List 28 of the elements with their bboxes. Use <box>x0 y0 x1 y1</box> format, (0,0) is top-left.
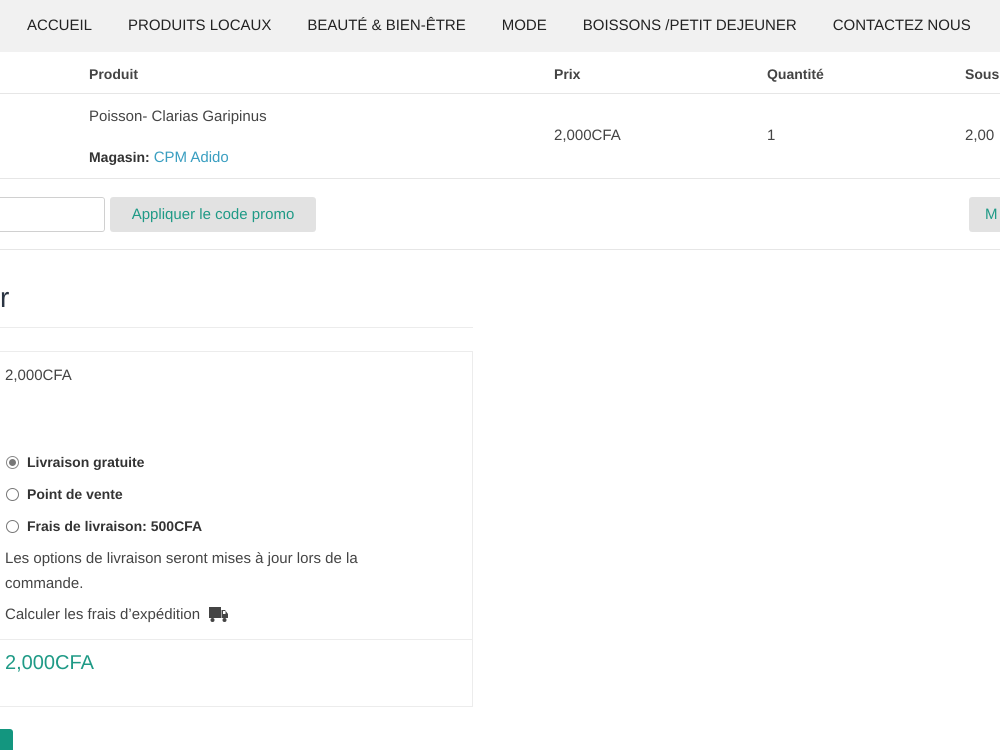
coupon-field[interactable] <box>0 196 105 232</box>
shipping-note: Les options de livraison seront mises à jour lors de la commande. <box>5 549 359 594</box>
truck-icon[interactable] <box>209 607 228 622</box>
store-label: Magasin: <box>89 148 150 164</box>
radio-button[interactable] <box>6 520 19 532</box>
column-header: Quantité <box>767 66 825 82</box>
shipping-option-label[interactable]: Point de vente <box>27 486 123 502</box>
column-header: Produit <box>89 66 139 82</box>
calculate-shipping-link[interactable]: Calculer les frais d’expédition <box>5 606 200 623</box>
product-name: Poisson- Clarias Garipinus <box>89 106 268 126</box>
subtotal-cell-text: 2,00 <box>965 126 996 146</box>
order-total: 2,000CFA <box>5 652 94 674</box>
subtotal-amount: 2,000CFA <box>5 366 72 386</box>
nav-link[interactable]: CONTACTEZ NOUS <box>832 16 971 36</box>
nav-link[interactable]: BEAUTÉ & BIEN-ÊTRE <box>307 16 466 36</box>
price-cell-text: 2,000CFA <box>554 126 622 146</box>
column-header: Sous <box>965 66 1000 82</box>
shipping-option-label[interactable]: Frais de livraison: 500CFA <box>27 518 202 534</box>
radio-button[interactable] <box>6 488 19 500</box>
quantity-cell-text: 1 <box>767 126 776 146</box>
nav-link[interactable]: ACCUEIL <box>27 16 92 36</box>
radio-button[interactable] <box>6 456 19 468</box>
nav-link[interactable]: BOISSONS /PETIT DEJEUNER <box>582 16 797 36</box>
nav-link[interactable]: MODE <box>502 16 547 36</box>
totals-heading: r <box>0 282 10 314</box>
shipping-option-label[interactable]: Livraison gratuite <box>27 454 144 470</box>
column-header: Prix <box>554 66 582 82</box>
nav-link[interactable]: PRODUITS LOCAUX <box>128 16 272 36</box>
